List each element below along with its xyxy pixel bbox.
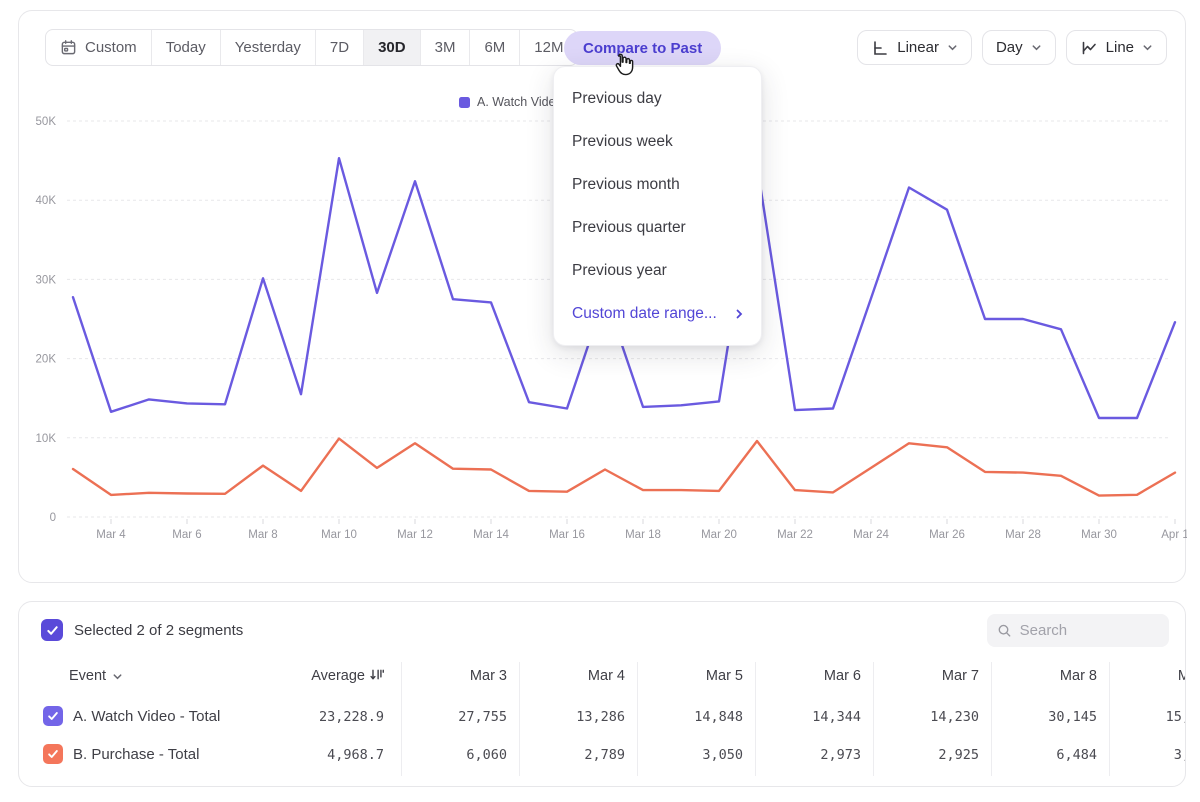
chevron-down-icon (112, 671, 123, 682)
column-header-mar-5[interactable]: Mar 5 (706, 668, 743, 684)
table-cell: 6,060 (466, 747, 507, 763)
menu-item-previous-quarter[interactable]: Previous quarter (554, 206, 761, 249)
table-cell: 2,973 (820, 747, 861, 763)
segment-label[interactable]: A. Watch Video - Total (73, 708, 220, 725)
search-input[interactable] (1020, 622, 1159, 639)
search-icon (997, 622, 1012, 639)
x-axis-tick-label: Mar 24 (853, 529, 889, 541)
x-axis-tick-label: Mar 26 (929, 529, 965, 541)
series-line-b-purchase-total[interactable] (73, 439, 1175, 496)
segments-table-card: Selected 2 of 2 segments Event Average M… (18, 601, 1186, 787)
menu-item-previous-year[interactable]: Previous year (554, 249, 761, 292)
sort-descending-icon (369, 668, 384, 682)
x-axis-tick-label: Mar 10 (321, 529, 357, 541)
y-axis-tick-label: 0 (50, 512, 56, 524)
x-axis-tick-label: Mar 12 (397, 529, 433, 541)
table-cell: 27,755 (458, 709, 507, 725)
menu-item-custom-date-range[interactable]: Custom date range... (554, 292, 761, 335)
selected-segments-label: Selected 2 of 2 segments (74, 622, 243, 639)
check-icon (47, 710, 59, 722)
table-cell: 14,344 (812, 709, 861, 725)
x-axis-tick-label: Mar 4 (96, 529, 126, 541)
column-separator (519, 662, 520, 776)
column-separator (873, 662, 874, 776)
column-header-mar-6[interactable]: Mar 6 (824, 668, 861, 684)
table-cell: 14,848 (694, 709, 743, 725)
column-header-mar-7[interactable]: Mar 7 (942, 668, 979, 684)
segments-search (987, 614, 1169, 647)
chevron-right-icon (733, 308, 745, 320)
y-axis-tick-label: 30K (36, 274, 57, 286)
segment-label[interactable]: B. Purchase - Total (73, 746, 199, 763)
x-axis-tick-label: Mar 20 (701, 529, 737, 541)
check-icon (46, 624, 59, 637)
column-separator (1109, 662, 1110, 776)
menu-item-previous-day[interactable]: Previous day (554, 77, 761, 120)
x-axis-tick-label: Apr 1 (1161, 529, 1187, 541)
column-header-mar-4[interactable]: Mar 4 (588, 668, 625, 684)
menu-item-previous-week[interactable]: Previous week (554, 120, 761, 163)
table-cell: 23,228.9 (319, 709, 384, 725)
table-cell: 3, (1174, 747, 1186, 763)
x-axis-tick-label: Mar 30 (1081, 529, 1117, 541)
x-axis-tick-label: Mar 28 (1005, 529, 1041, 541)
select-all-checkbox[interactable] (41, 619, 63, 641)
y-axis-tick-label: 50K (36, 116, 57, 128)
table-cell: 4,968.7 (327, 747, 384, 763)
column-separator (755, 662, 756, 776)
table-cell: 14,230 (930, 709, 979, 725)
column-header-mar-3[interactable]: Mar 3 (470, 668, 507, 684)
check-icon (47, 748, 59, 760)
column-separator (991, 662, 992, 776)
custom-date-range-label: Custom date range... (572, 305, 717, 323)
menu-item-previous-month[interactable]: Previous month (554, 163, 761, 206)
compare-to-past-menu: Previous dayPrevious weekPrevious monthP… (553, 66, 762, 346)
event-column-header[interactable]: Event (69, 668, 123, 684)
analytics-report-page: CustomTodayYesterday7D30D3M6M12M Compare… (0, 0, 1200, 802)
y-axis-tick-label: 20K (36, 354, 57, 366)
y-axis-tick-label: 10K (36, 433, 57, 445)
x-axis-tick-label: Mar 8 (248, 529, 277, 541)
table-cell: 2,789 (584, 747, 625, 763)
segment-checkbox-b-purchase-total[interactable] (43, 744, 63, 764)
event-header-label: Event (69, 668, 106, 684)
table-cell: 6,484 (1056, 747, 1097, 763)
table-cell: 30,145 (1048, 709, 1097, 725)
table-cell: 3,050 (702, 747, 743, 763)
column-header-average[interactable]: Average (311, 668, 384, 684)
column-header-mar-8[interactable]: Mar 8 (1060, 668, 1097, 684)
table-cell: 2,925 (938, 747, 979, 763)
x-axis-tick-label: Mar 22 (777, 529, 813, 541)
x-axis-tick-label: Mar 6 (172, 529, 201, 541)
x-axis-tick-label: Mar 16 (549, 529, 585, 541)
table-cell: 13,286 (576, 709, 625, 725)
column-separator (637, 662, 638, 776)
segment-checkbox-a-watch-video-total[interactable] (43, 706, 63, 726)
x-axis-tick-label: Mar 14 (473, 529, 509, 541)
y-axis-tick-label: 40K (36, 195, 57, 207)
column-separator (401, 662, 402, 776)
table-cell: 15, (1166, 709, 1186, 725)
x-axis-tick-label: Mar 18 (625, 529, 661, 541)
column-header-m[interactable]: M (1178, 668, 1186, 684)
